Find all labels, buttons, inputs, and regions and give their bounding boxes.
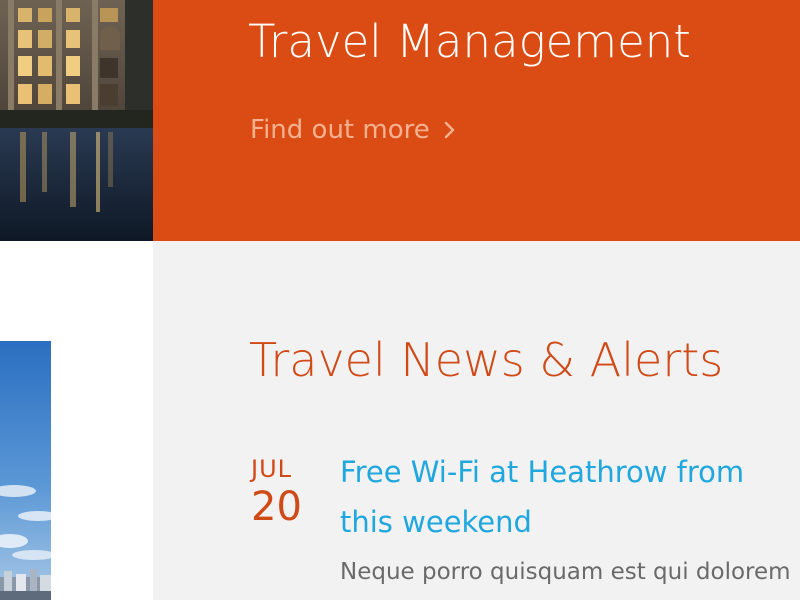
chevron-right-icon	[444, 121, 454, 139]
page: Travel Management Find out more Travel N…	[0, 0, 800, 600]
news-date-day: 20	[251, 484, 302, 530]
banner-title: Travel Management	[248, 15, 691, 68]
skyline-photo	[0, 341, 51, 600]
skyline-illustration	[0, 341, 51, 600]
hotel-illustration	[0, 0, 153, 241]
news-alerts-section: Travel News & Alerts JUL 20 Free Wi-Fi a…	[153, 241, 800, 600]
news-date-month: JUL	[251, 455, 293, 483]
hotel-photo	[0, 0, 153, 241]
news-date: JUL 20	[251, 455, 311, 529]
travel-management-banner: Travel Management Find out more	[153, 0, 800, 241]
find-out-more-link[interactable]: Find out more	[250, 113, 456, 147]
news-section-title: Travel News & Alerts	[249, 333, 724, 387]
news-excerpt: Neque porro quisquam est qui dolorem	[340, 559, 791, 585]
news-headline-link[interactable]: Free Wi-Fi at Heathrow from this weekend	[340, 447, 800, 547]
find-out-more-label: Find out more	[250, 115, 430, 145]
